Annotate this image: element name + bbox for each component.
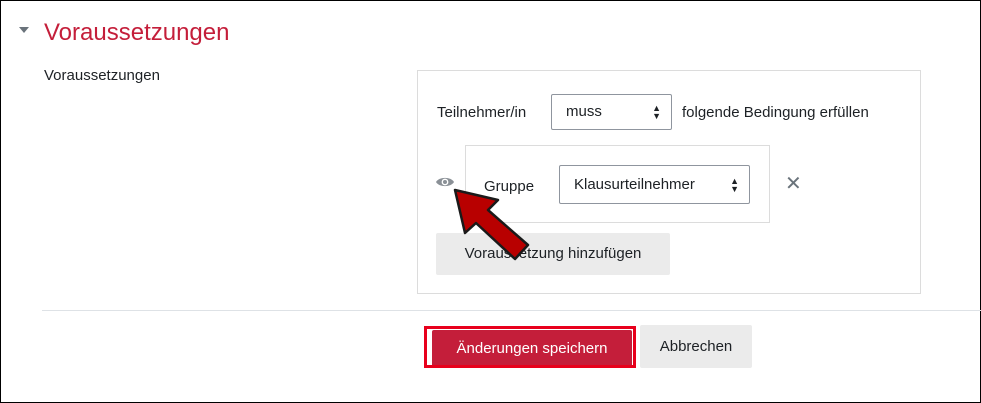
group-select-value: Klausurteilnehmer (574, 175, 695, 193)
chevron-down-icon[interactable] (19, 27, 29, 33)
section-title[interactable]: Voraussetzungen (44, 17, 229, 49)
group-select[interactable]: Klausurteilnehmer ▲ ▼ (559, 165, 750, 204)
condition-text: folgende Bedingung erfüllen (682, 104, 869, 121)
annotation-arrow-icon (453, 188, 530, 261)
participant-label: Teilnehmer/in (437, 104, 527, 121)
field-label: Voraussetzungen (44, 67, 160, 84)
sort-caret-icon: ▲ ▼ (730, 175, 739, 194)
close-icon[interactable]: ✕ (785, 172, 802, 196)
must-select-value: muss (566, 103, 602, 120)
cancel-button-label: Abbrechen (659, 337, 733, 355)
sort-caret-icon: ▲ ▼ (652, 103, 661, 121)
form-divider (42, 310, 981, 311)
cancel-button[interactable]: Abbrechen (640, 325, 752, 368)
must-select[interactable]: muss ▲ ▼ (551, 94, 672, 130)
save-button-highlight (424, 326, 636, 368)
